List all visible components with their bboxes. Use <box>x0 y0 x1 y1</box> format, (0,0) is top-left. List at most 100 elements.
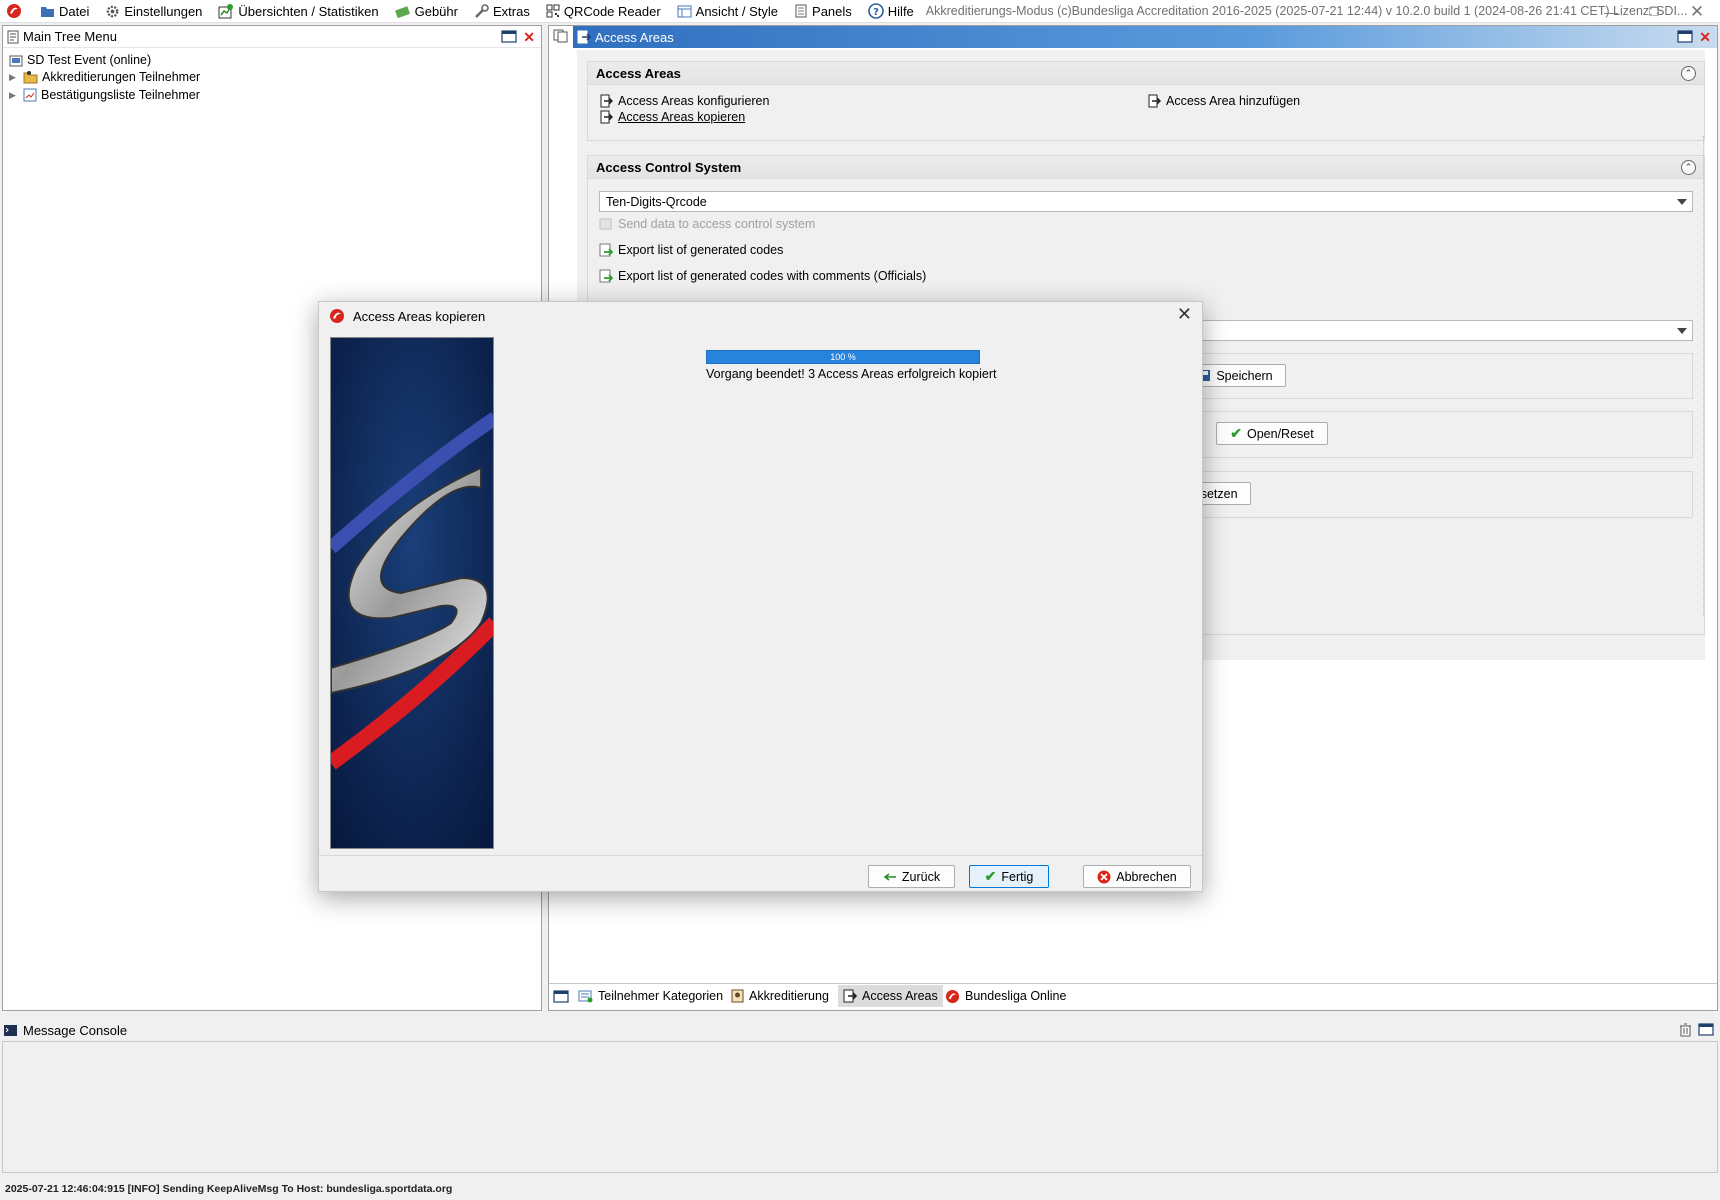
panel-switch-icon[interactable] <box>553 29 568 43</box>
app-title: Akkreditierungs-Modus (c)Bundesliga Accr… <box>925 4 1688 18</box>
tree-label: SD Test Event (online) <box>27 53 152 67</box>
export-codes-link[interactable]: Export list of generated codes <box>599 243 783 257</box>
message-console-header: Message Console <box>0 1019 1720 1041</box>
progress-message: Vorgang beendet! 3 Access Areas erfolgre… <box>706 367 997 381</box>
gear-icon <box>105 4 120 19</box>
menu-label: Datei <box>59 3 90 19</box>
copy-access-areas-dialog: Access Areas kopieren ✕ 100 % Vorgang be… <box>318 301 1203 892</box>
tab-bundesliga-online[interactable]: Bundesliga Online <box>940 985 1071 1007</box>
add-access-area-link[interactable]: Access Area hinzufügen <box>1148 94 1300 108</box>
menu-label: Panels <box>812 3 852 19</box>
tree-item-akkreditierungen[interactable]: ▶ Akkreditierungen Teilnehmer <box>9 70 200 84</box>
arrow-left-icon <box>883 872 897 882</box>
checkmark-icon: ✔ <box>1230 425 1242 441</box>
layout-icon <box>677 5 692 18</box>
finish-button[interactable]: ✔ Fertig <box>969 865 1049 888</box>
dialog-title: Access Areas kopieren <box>353 308 486 324</box>
menu-extras[interactable]: Extras <box>466 0 538 23</box>
link-label: Send data to access control system <box>618 217 816 231</box>
configure-access-areas-link[interactable]: Access Areas konfigurieren <box>600 94 769 108</box>
collapse-up-icon[interactable]: ⌃ <box>1681 66 1696 81</box>
cancel-button[interactable]: Abbrechen <box>1083 865 1191 888</box>
close-panel-icon[interactable]: ✕ <box>1699 29 1711 46</box>
menu-einstellungen[interactable]: Einstellungen <box>97 0 210 23</box>
minimize-button[interactable]: — <box>1588 0 1634 23</box>
open-reset-button[interactable]: ✔ Open/Reset <box>1216 422 1328 445</box>
close-panel-icon[interactable]: ✕ <box>523 29 535 46</box>
wrench-icon <box>474 3 489 19</box>
minimize-icon: — <box>1604 3 1618 20</box>
menu-label: Extras <box>492 3 530 19</box>
dialog-close-icon[interactable]: ✕ <box>1177 304 1192 325</box>
link-label: Access Areas konfigurieren <box>618 94 770 108</box>
menu-datei[interactable]: Datei <box>32 0 97 23</box>
access-area-icon <box>843 989 857 1003</box>
panel-layout-icon[interactable] <box>553 990 569 1003</box>
send-data-icon <box>599 217 613 231</box>
trash-icon[interactable] <box>1679 1023 1692 1037</box>
dropdown-arrow-icon <box>1677 199 1687 205</box>
menu-panels[interactable]: Panels <box>786 0 860 23</box>
console-icon <box>3 1024 18 1037</box>
menu-label: Übersichten / Statistiken <box>238 3 379 19</box>
link-label: Access Area hinzufügen <box>1166 94 1301 108</box>
progress-bar: 100 % <box>706 350 980 364</box>
maximize-panel-icon[interactable] <box>1698 1023 1714 1036</box>
help-icon: ? <box>867 3 884 19</box>
button-label: Zurück <box>901 869 941 884</box>
close-icon: ✕ <box>1689 1 1705 21</box>
tab-access-areas[interactable]: Access Areas <box>838 985 943 1007</box>
link-label: Export list of generated codes <box>618 243 784 257</box>
restore-button[interactable]: ❐ <box>1631 0 1677 23</box>
copy-access-areas-link[interactable]: Access Areas kopieren <box>600 110 745 124</box>
bundesliga-logo-icon <box>329 308 345 324</box>
maximize-panel-icon[interactable] <box>1677 30 1693 43</box>
panel-title: Access Areas <box>595 29 674 45</box>
dialog-title-bar: Access Areas kopieren <box>329 308 485 324</box>
expand-arrow-icon[interactable]: ▶ <box>9 90 19 101</box>
export-arrow-icon <box>600 94 613 108</box>
statistics-icon <box>218 3 234 19</box>
app-logo-icon <box>6 3 22 19</box>
menu-label: Gebühr <box>414 3 458 19</box>
tab-teilnehmer-kategorien[interactable]: Teilnehmer Kategorien <box>573 985 728 1007</box>
menu-label: Einstellungen <box>124 3 203 19</box>
tab-label: Access Areas <box>862 989 938 1003</box>
menu-uebersichten[interactable]: Übersichten / Statistiken <box>210 0 386 23</box>
expand-arrow-icon[interactable]: ▶ <box>9 72 19 83</box>
maximize-panel-icon[interactable] <box>501 30 517 43</box>
menu-qrcode-reader[interactable]: QRCode Reader <box>538 0 669 23</box>
folder-people-icon <box>23 70 38 84</box>
badge-icon <box>731 989 744 1003</box>
progress-label: 100 % <box>830 352 856 362</box>
tab-label: Teilnehmer Kategorien <box>598 989 724 1003</box>
back-button[interactable]: Zurück <box>868 865 955 888</box>
tree-label: Akkreditierungen Teilnehmer <box>42 70 201 84</box>
money-icon <box>394 5 411 18</box>
tree-item-bestaetigungsliste[interactable]: ▶ Bestätigungsliste Teilnehmer <box>9 88 200 102</box>
event-icon <box>9 54 23 67</box>
categories-icon <box>578 989 593 1003</box>
menu-hilfe[interactable]: ? Hilfe <box>860 0 922 23</box>
close-window-button[interactable]: ✕ <box>1674 0 1720 23</box>
tab-label: Akkreditierung <box>749 989 829 1003</box>
export-codes-comments-link[interactable]: Export list of generated codes with comm… <box>599 269 926 283</box>
panel-title: Main Tree Menu <box>23 29 117 44</box>
menu-gebuehr[interactable]: Gebühr <box>387 0 466 23</box>
dialog-side-image <box>330 337 494 849</box>
tree-label: Bestätigungsliste Teilnehmer <box>41 88 200 102</box>
export-arrow-icon <box>1148 94 1161 108</box>
collapse-up-icon[interactable]: ⌃ <box>1681 160 1696 175</box>
menu-label: Ansicht / Style <box>695 3 779 19</box>
menu-ansicht-style[interactable]: Ansicht / Style <box>669 0 786 23</box>
dialog-separator <box>319 855 1202 856</box>
list-chart-icon <box>23 88 37 102</box>
tree-item-event[interactable]: SD Test Event (online) <box>9 53 151 67</box>
bundesliga-logo-icon <box>945 989 960 1004</box>
access-control-system-select[interactable]: Ten-Digits-Qrcode <box>599 191 1693 212</box>
cancel-icon <box>1097 870 1111 884</box>
panels-icon <box>794 4 808 18</box>
tab-akkreditierung[interactable]: Akkreditierung <box>726 985 834 1007</box>
menu-label: QRCode Reader <box>563 3 661 19</box>
button-label: Abbrechen <box>1116 869 1177 884</box>
